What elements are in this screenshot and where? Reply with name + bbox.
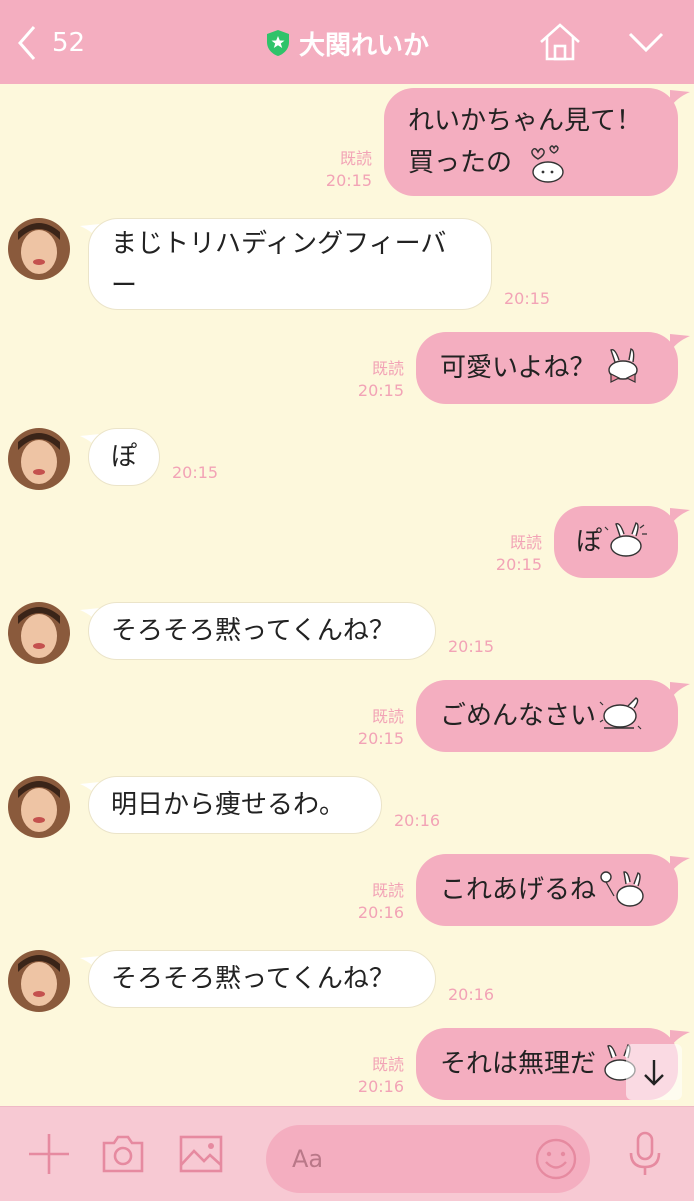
read-receipt: 既読 [371,881,404,900]
message-meta: 既読 20:15 [332,358,404,402]
read-receipt: 既読 [509,533,542,552]
avatar[interactable] [8,602,70,664]
read-receipt: 既読 [371,707,404,726]
avatar[interactable] [8,428,70,490]
message-text: 買ったの [408,148,513,178]
avatar-image [8,218,70,280]
timestamp: 20:15 [495,555,542,574]
avatar-image [8,950,70,1012]
message-input[interactable]: Aa [266,1125,590,1193]
message-text: ぽ [111,442,138,472]
timestamp: 20:15 [325,171,372,190]
message-bubble-outgoing[interactable]: 可愛いよね？ [416,332,678,404]
input-toolbar: Aa [0,1106,694,1201]
timestamp: 20:15 [504,289,551,308]
arrow-down-icon [644,1060,664,1086]
timestamp: 20:15 [357,729,404,748]
message-text: そろそろ黙ってくんね？ [111,616,395,646]
message-bubble-incoming[interactable]: そろそろ黙ってくんね？ [88,602,436,660]
message-input-placeholder: Aa [292,1145,324,1173]
timestamp: 20:16 [357,903,404,922]
avatar-image [8,776,70,838]
bubble-tail [670,682,690,700]
message-bubble-outgoing[interactable]: ぽ [554,506,678,578]
message-meta: 既読 20:15 [332,706,404,750]
message-text: ごめんなさい [440,701,597,731]
image-icon[interactable] [178,1131,224,1177]
home-icon[interactable] [538,22,582,62]
message-meta: 20:15 [448,636,518,658]
avatar[interactable] [8,776,70,838]
bunny-bow-down-icon [599,697,642,730]
microphone-icon[interactable] [622,1131,668,1177]
message-bubble-incoming[interactable]: そろそろ黙ってくんね？ [88,950,436,1008]
timestamp: 20:16 [394,811,441,830]
message-meta: 既読 20:16 [332,880,404,924]
message-bubble-incoming[interactable]: 明日から痩せるわ。 [88,776,382,834]
message-text: これあげるね [440,875,597,905]
message-meta: 既読 20:15 [470,532,542,576]
emoji-icon[interactable] [534,1137,578,1181]
bunny-hearts-icon [531,144,564,183]
bunny-excited-icon [604,522,648,557]
avatar-image [8,428,70,490]
message-bubble-outgoing[interactable]: れいかちゃん見て！ 買ったの [384,88,678,196]
message-text: そろそろ黙ってくんね？ [111,964,395,994]
bubble-tail [670,90,690,108]
message-list[interactable]: れいかちゃん見て！ 買ったの 既読 20:15 まじトリハディングフィーバ ー … [0,84,694,1106]
chat-title[interactable]: 大関れいか [0,22,694,64]
bubble-tail [670,856,690,874]
message-text: 明日から痩せるわ。 [111,790,346,820]
avatar-image [8,602,70,664]
timestamp: 20:15 [172,463,219,482]
timestamp: 20:16 [357,1077,404,1096]
bunny-bow-icon [608,348,639,383]
timestamp: 20:15 [357,381,404,400]
message-bubble-outgoing[interactable]: ごめんなさい [416,680,678,752]
chat-header: 52 大関れいか [0,0,694,84]
verified-shield-icon [266,30,289,56]
scroll-to-bottom-button[interactable] [626,1044,682,1100]
message-text: ぽ [576,527,603,557]
avatar[interactable] [8,950,70,1012]
message-meta: 20:16 [394,810,464,832]
message-meta: 20:15 [172,462,242,484]
read-receipt: 既読 [371,1055,404,1074]
message-text: まじトリハディングフィーバ [111,229,447,259]
message-text: 可愛いよね？ [440,353,596,383]
avatar[interactable] [8,218,70,280]
message-bubble-outgoing[interactable]: これあげるね [416,854,678,926]
message-bubble-incoming[interactable]: まじトリハディングフィーバ ー [88,218,492,310]
message-text: それは無理だ [440,1049,597,1079]
plus-icon[interactable] [26,1131,72,1177]
message-meta: 既読 20:16 [332,1054,404,1098]
message-meta: 既読 20:15 [300,148,372,192]
read-receipt: 既読 [339,149,372,168]
message-text: れいかちゃん見て！ [408,106,643,136]
camera-icon[interactable] [100,1131,146,1177]
message-text: ー [111,271,138,301]
timestamp: 20:16 [448,985,495,1004]
message-bubble-incoming[interactable]: ぽ [88,428,160,486]
bunny-balloon-icon [600,871,644,907]
read-receipt: 既読 [371,359,404,378]
chat-title-text: 大関れいか [298,30,429,61]
message-meta: 20:16 [448,984,518,1006]
timestamp: 20:15 [448,637,495,656]
chevron-down-icon[interactable] [626,28,666,56]
bubble-tail [670,508,690,526]
bubble-tail [670,334,690,352]
message-meta: 20:15 [504,288,574,310]
